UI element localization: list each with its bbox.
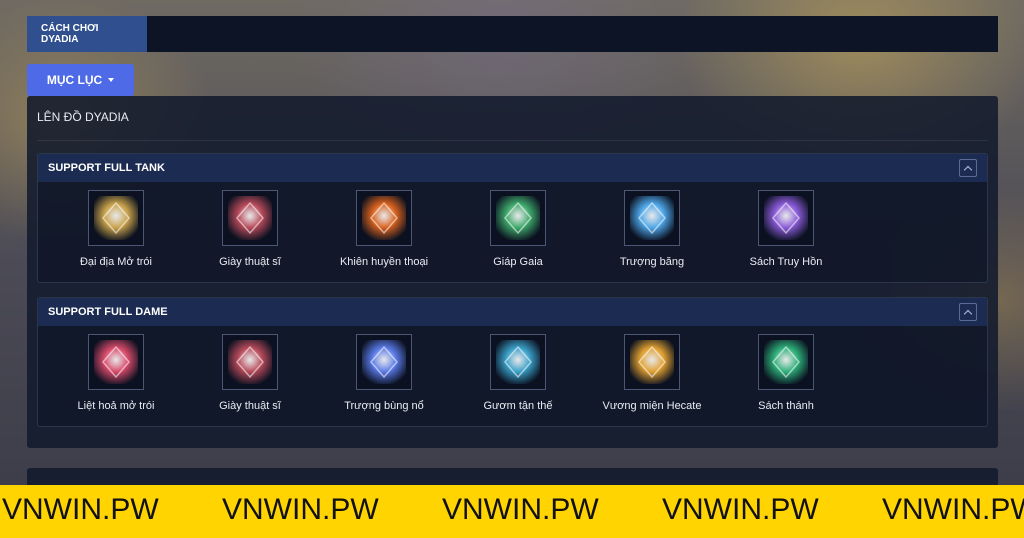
watermark-text: VNWIN.PW — [222, 493, 379, 526]
item-card[interactable]: Giáp Gaia — [451, 190, 585, 268]
item-name: Vương miện Hecate — [602, 400, 702, 412]
item-card[interactable]: Trượng bùng nổ — [317, 334, 451, 412]
boots-icon — [228, 196, 272, 240]
item-card[interactable]: Trượng băng — [585, 190, 719, 268]
item-name: Đại địa Mở trói — [79, 256, 152, 268]
item-icon-frame — [356, 190, 412, 246]
build-header: SUPPORT FULL DAME — [38, 298, 987, 326]
fire-rune-icon — [94, 340, 138, 384]
soul-book-icon — [764, 196, 808, 240]
watermark-banner: VNWIN.PW VNWIN.PW VNWIN.PW VNWIN.PW VNWI… — [0, 485, 1024, 538]
item-list: Đại địa Mở trói Giày thuật sĩ Khiên huyền … — [38, 182, 987, 282]
item-icon-frame — [758, 334, 814, 390]
chevron-up-icon — [963, 165, 973, 174]
item-name: Khiên huyền thoại — [339, 256, 429, 268]
blast-staff-icon — [362, 340, 406, 384]
build-panel-dame: SUPPORT FULL DAME Liệt hoả mở trói Giày t… — [37, 297, 988, 427]
watermark-text: VNWIN.PW — [882, 493, 1024, 526]
table-of-contents-button[interactable]: MỤC LỤC — [27, 64, 134, 96]
build-title: SUPPORT FULL TANK — [48, 162, 165, 174]
item-name: Giày thuật sĩ — [219, 400, 281, 412]
item-name: Trượng băng — [619, 256, 685, 268]
build-header: SUPPORT FULL TANK — [38, 154, 987, 182]
item-name: Giày thuật sĩ — [219, 256, 281, 268]
item-card[interactable]: Giày thuật sĩ — [183, 334, 317, 412]
item-card[interactable]: Khiên huyền thoại — [317, 190, 451, 268]
item-card[interactable]: Giày thuật sĩ — [183, 190, 317, 268]
item-icon-frame — [490, 190, 546, 246]
watermark-text: VNWIN.PW — [2, 493, 159, 526]
boots-icon — [228, 340, 272, 384]
item-icon-frame — [624, 334, 680, 390]
item-name: Trượng bùng nổ — [344, 400, 424, 412]
build-title: SUPPORT FULL DAME — [48, 306, 168, 318]
section-title: LÊN ĐỒ DYADIA — [37, 110, 129, 124]
gold-rune-icon — [94, 196, 138, 240]
item-card[interactable]: Sách thánh — [719, 334, 853, 412]
item-icon-frame — [356, 334, 412, 390]
watermark-text: VNWIN.PW — [662, 493, 819, 526]
item-name: Sách Truy Hồn — [749, 256, 823, 268]
item-name: Liệt hoả mở trói — [77, 400, 155, 412]
item-icon-frame — [222, 334, 278, 390]
item-icon-frame — [490, 334, 546, 390]
top-bar: CÁCH CHƠI DYADIA — [27, 16, 998, 52]
watermark-text: VNWIN.PW — [442, 493, 599, 526]
ice-staff-icon — [630, 196, 674, 240]
tab-cach-choi[interactable]: CÁCH CHƠI DYADIA — [27, 16, 147, 52]
item-card[interactable]: Đại địa Mở trói — [49, 190, 183, 268]
item-name: Giáp Gaia — [493, 256, 543, 268]
hecate-crown-icon — [630, 340, 674, 384]
gaia-armor-icon — [496, 196, 540, 240]
item-card[interactable]: Gươm tận thế — [451, 334, 585, 412]
doom-sword-icon — [496, 340, 540, 384]
item-card[interactable]: Sách Truy Hồn — [719, 190, 853, 268]
item-icon-frame — [222, 190, 278, 246]
legend-shield-icon — [362, 196, 406, 240]
item-icon-frame — [88, 190, 144, 246]
menu-button-label: MỤC LỤC — [46, 73, 103, 87]
item-card[interactable]: Vương miện Hecate — [585, 334, 719, 412]
item-card[interactable]: Liệt hoả mở trói — [49, 334, 183, 412]
build-section: LÊN ĐỒ DYADIA SUPPORT FULL TANK Đại địa … — [27, 96, 998, 448]
item-list: Liệt hoả mở trói Giày thuật sĩ Trượng bùng… — [38, 326, 987, 426]
divider — [37, 140, 988, 141]
item-icon-frame — [758, 190, 814, 246]
item-name: Gươm tận thế — [483, 400, 553, 412]
holy-book-icon — [764, 340, 808, 384]
item-icon-frame — [624, 190, 680, 246]
item-icon-frame — [88, 334, 144, 390]
chevron-up-icon — [963, 309, 973, 318]
item-name: Sách thánh — [758, 400, 814, 412]
caret-down-icon — [108, 78, 115, 82]
collapse-button[interactable] — [959, 159, 977, 177]
collapse-button[interactable] — [959, 303, 977, 321]
build-panel-tank: SUPPORT FULL TANK Đại địa Mở trói Giày th… — [37, 153, 988, 283]
